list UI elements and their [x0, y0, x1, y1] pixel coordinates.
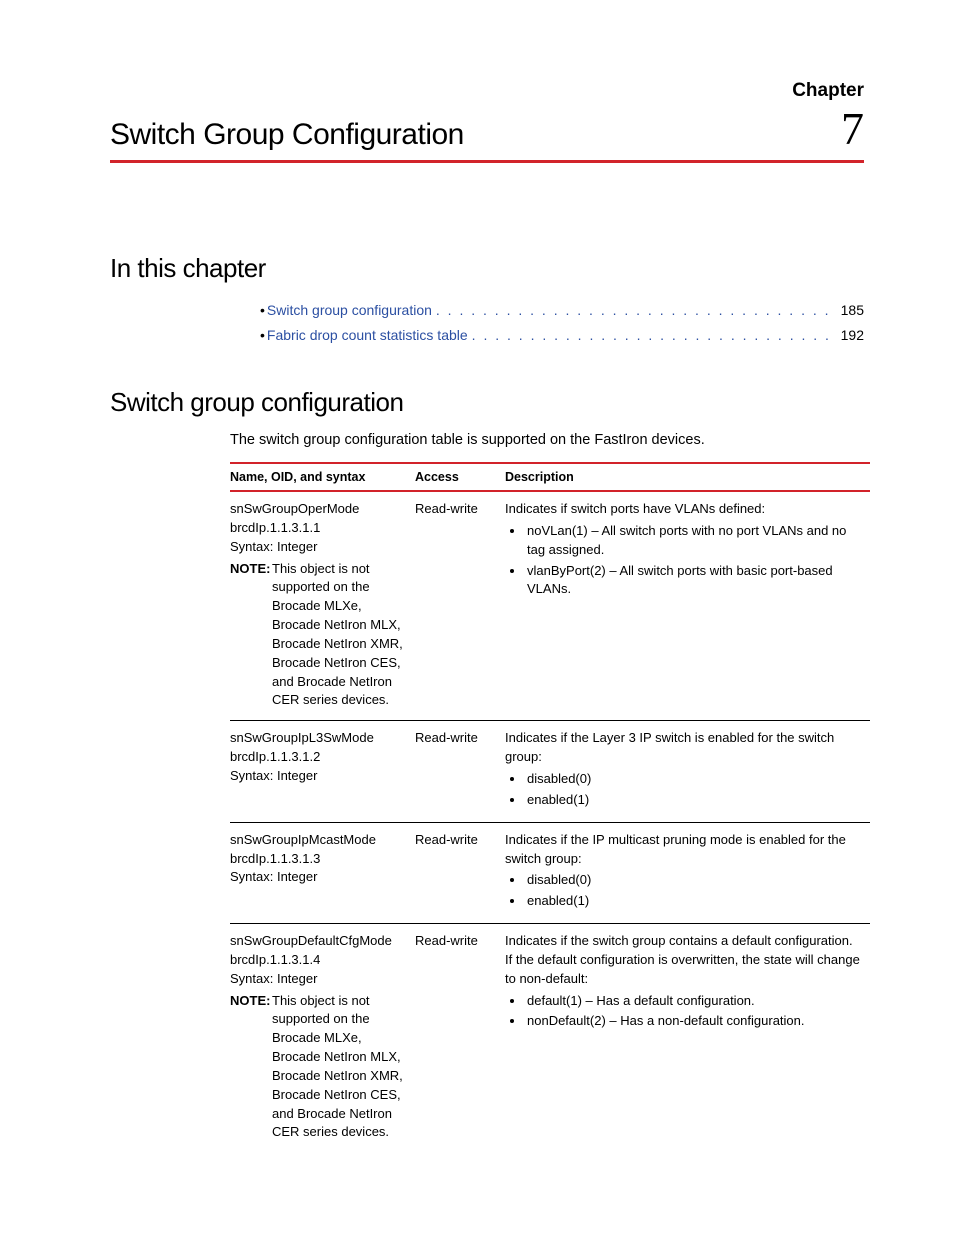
- desc-lead: Indicates if the IP multicast pruning mo…: [505, 831, 860, 869]
- note: NOTE:This object is not supported on the…: [230, 560, 405, 711]
- desc-item: noVLan(1) – All switch ports with no por…: [525, 522, 860, 560]
- toc: • Switch group configuration . . . . . .…: [260, 298, 864, 347]
- cell-name: snSwGroupOperModebrcdIp.1.1.3.1.1Syntax:…: [230, 491, 415, 721]
- page: Chapter Switch Group Configuration 7 In …: [0, 0, 954, 1212]
- table-row: snSwGroupDefaultCfgModebrcdIp.1.1.3.1.4S…: [230, 924, 870, 1153]
- toc-item: • Fabric drop count statistics table . .…: [260, 323, 864, 348]
- cell-access: Read-write: [415, 491, 505, 721]
- desc-list: default(1) – Has a default configuration…: [507, 992, 860, 1032]
- cell-description: Indicates if the switch group contains a…: [505, 924, 870, 1153]
- desc-lead: Indicates if the Layer 3 IP switch is en…: [505, 729, 860, 767]
- mib-table: Name, OID, and syntax Access Description…: [230, 462, 870, 1152]
- mib-oid: brcdIp.1.1.3.1.4: [230, 951, 405, 970]
- table-row: snSwGroupOperModebrcdIp.1.1.3.1.1Syntax:…: [230, 491, 870, 721]
- toc-page: 192: [841, 323, 864, 348]
- toc-link[interactable]: Switch group configuration: [267, 298, 432, 323]
- th-access: Access: [415, 463, 505, 491]
- toc-link[interactable]: Fabric drop count statistics table: [267, 323, 468, 348]
- mib-oid: brcdIp.1.1.3.1.1: [230, 519, 405, 538]
- mib-oid: brcdIp.1.1.3.1.2: [230, 748, 405, 767]
- mib-name: snSwGroupDefaultCfgMode: [230, 932, 405, 951]
- section-switch-group-configuration: Switch group configuration: [110, 387, 864, 418]
- intro-text: The switch group configuration table is …: [230, 432, 864, 448]
- desc-item: nonDefault(2) – Has a non-default config…: [525, 1012, 860, 1031]
- desc-item: enabled(1): [525, 791, 860, 810]
- bullet-icon: •: [260, 323, 265, 348]
- note-label: NOTE:: [230, 560, 270, 579]
- mib-oid: brcdIp.1.1.3.1.3: [230, 850, 405, 869]
- mib-syntax: Syntax: Integer: [230, 868, 405, 887]
- desc-item: vlanByPort(2) – All switch ports with ba…: [525, 562, 860, 600]
- th-name: Name, OID, and syntax: [230, 463, 415, 491]
- chapter-title-row: Switch Group Configuration 7: [110, 106, 864, 163]
- cell-name: snSwGroupDefaultCfgModebrcdIp.1.1.3.1.4S…: [230, 924, 415, 1153]
- mib-name: snSwGroupIpL3SwMode: [230, 729, 405, 748]
- mib-name: snSwGroupOperMode: [230, 500, 405, 519]
- th-desc: Description: [505, 463, 870, 491]
- cell-access: Read-write: [415, 924, 505, 1153]
- bullet-icon: •: [260, 298, 265, 323]
- section-in-this-chapter: In this chapter: [110, 253, 864, 284]
- toc-item: • Switch group configuration . . . . . .…: [260, 298, 864, 323]
- note-text: This object is not supported on the Broc…: [272, 560, 405, 711]
- desc-list: disabled(0) enabled(1): [507, 770, 860, 810]
- chapter-number: 7: [841, 106, 864, 152]
- mib-syntax: Syntax: Integer: [230, 538, 405, 557]
- toc-dots: . . . . . . . . . . . . . . . . . . . . …: [436, 298, 831, 323]
- desc-list: disabled(0) enabled(1): [507, 871, 860, 911]
- cell-access: Read-write: [415, 721, 505, 822]
- chapter-label: Chapter: [110, 80, 864, 102]
- desc-item: disabled(0): [525, 770, 860, 789]
- table-row: snSwGroupIpMcastModebrcdIp.1.1.3.1.3Synt…: [230, 822, 870, 923]
- desc-item: enabled(1): [525, 892, 860, 911]
- mib-name: snSwGroupIpMcastMode: [230, 831, 405, 850]
- note-text: This object is not supported on the Broc…: [272, 992, 405, 1143]
- toc-page: 185: [841, 298, 864, 323]
- cell-description: Indicates if switch ports have VLANs def…: [505, 491, 870, 721]
- cell-description: Indicates if the Layer 3 IP switch is en…: [505, 721, 870, 822]
- cell-description: Indicates if the IP multicast pruning mo…: [505, 822, 870, 923]
- mib-syntax: Syntax: Integer: [230, 970, 405, 989]
- cell-name: snSwGroupIpMcastModebrcdIp.1.1.3.1.3Synt…: [230, 822, 415, 923]
- chapter-title: Switch Group Configuration: [110, 118, 464, 152]
- desc-lead: Indicates if switch ports have VLANs def…: [505, 500, 860, 519]
- toc-dots: . . . . . . . . . . . . . . . . . . . . …: [472, 323, 831, 348]
- table-row: snSwGroupIpL3SwModebrcdIp.1.1.3.1.2Synta…: [230, 721, 870, 822]
- cell-access: Read-write: [415, 822, 505, 923]
- desc-item: default(1) – Has a default configuration…: [525, 992, 860, 1011]
- cell-name: snSwGroupIpL3SwModebrcdIp.1.1.3.1.2Synta…: [230, 721, 415, 822]
- note: NOTE:This object is not supported on the…: [230, 992, 405, 1143]
- desc-item: disabled(0): [525, 871, 860, 890]
- desc-lead: Indicates if the switch group contains a…: [505, 932, 860, 989]
- desc-list: noVLan(1) – All switch ports with no por…: [507, 522, 860, 599]
- note-label: NOTE:: [230, 992, 270, 1011]
- mib-syntax: Syntax: Integer: [230, 767, 405, 786]
